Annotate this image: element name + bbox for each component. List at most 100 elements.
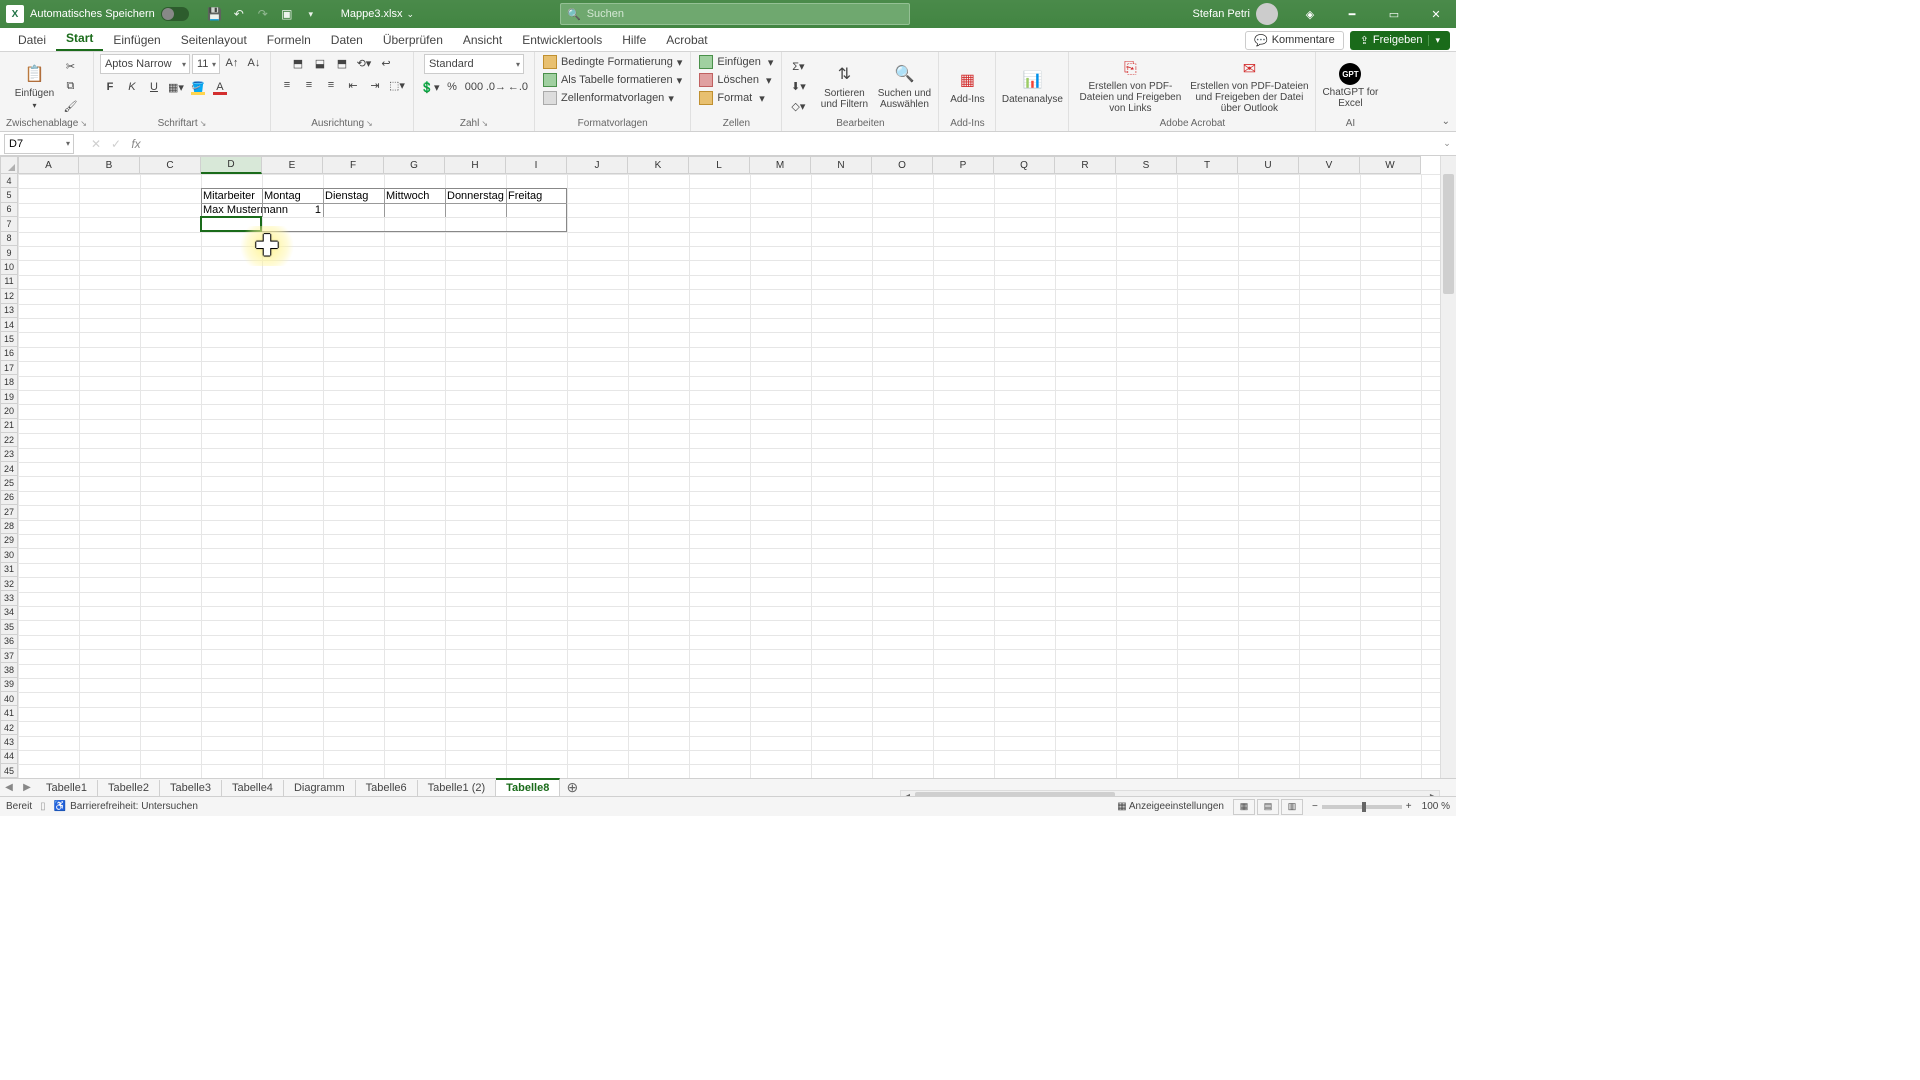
row-header[interactable]: 15	[0, 332, 18, 346]
row-header[interactable]: 23	[0, 447, 18, 461]
row-header[interactable]: 32	[0, 577, 18, 591]
decrease-decimal-icon[interactable]: ←.0	[508, 78, 528, 96]
column-header[interactable]: D	[201, 156, 262, 174]
row-header[interactable]: 42	[0, 721, 18, 735]
zoom-level[interactable]: 100 %	[1422, 801, 1450, 812]
row-header[interactable]: 28	[0, 519, 18, 533]
row-header[interactable]: 36	[0, 635, 18, 649]
row-header[interactable]: 43	[0, 735, 18, 749]
number-format-combo[interactable]: Standard	[424, 54, 524, 74]
diamond-icon[interactable]: ◈	[1290, 0, 1330, 28]
column-header[interactable]: H	[445, 156, 506, 174]
column-header[interactable]: G	[384, 156, 445, 174]
cell-value[interactable]: Donnerstag	[445, 188, 506, 202]
row-header[interactable]: 12	[0, 289, 18, 303]
row-header[interactable]: 9	[0, 246, 18, 260]
row-header[interactable]: 25	[0, 476, 18, 490]
sort-filter-button[interactable]: ⇅ Sortieren und Filtern	[816, 58, 872, 114]
column-header[interactable]: Q	[994, 156, 1055, 174]
accept-formula-icon[interactable]: ✓	[106, 134, 126, 154]
toggle-icon[interactable]	[161, 7, 189, 21]
shrink-font-icon[interactable]: A↓	[244, 54, 264, 72]
row-header[interactable]: 17	[0, 361, 18, 375]
addins-button[interactable]: ▦ Add-Ins	[945, 58, 989, 114]
font-size-combo[interactable]: 11	[192, 54, 220, 74]
undo-icon[interactable]: ↶	[229, 4, 249, 24]
data-analysis-button[interactable]: 📊 Datenanalyse	[1002, 58, 1062, 114]
normal-view-icon[interactable]: ▦	[1233, 799, 1255, 815]
sheet-nav-next-icon[interactable]: ▶	[18, 782, 36, 793]
column-header[interactable]: A	[18, 156, 79, 174]
font-name-combo[interactable]: Aptos Narrow	[100, 54, 190, 74]
align-middle-icon[interactable]: ⬓	[310, 54, 330, 72]
collapse-ribbon-icon[interactable]: ⌄	[1442, 116, 1450, 127]
row-header[interactable]: 37	[0, 649, 18, 663]
align-center-icon[interactable]: ≡	[299, 76, 319, 94]
cell-value[interactable]: Mittwoch	[384, 188, 445, 202]
ribbon-tab-daten[interactable]: Daten	[321, 29, 373, 51]
row-header[interactable]: 10	[0, 260, 18, 274]
sheet-tab[interactable]: Tabelle4	[222, 780, 284, 796]
cut-icon[interactable]: ✂	[60, 57, 80, 75]
column-header[interactable]: F	[323, 156, 384, 174]
row-header[interactable]: 19	[0, 390, 18, 404]
pdf-share-links-button[interactable]: ⎘ Erstellen von PDF-Dateien und Freigebe…	[1075, 58, 1185, 114]
save-icon[interactable]: 💾	[205, 4, 225, 24]
row-header[interactable]: 40	[0, 692, 18, 706]
row-header[interactable]: 31	[0, 563, 18, 577]
delete-cells-button[interactable]: Löschen ▾	[697, 72, 773, 88]
accessibility-icon[interactable]: ♿	[54, 801, 66, 812]
add-sheet-button[interactable]: ⊕	[560, 779, 584, 796]
orientation-icon[interactable]: ⟲▾	[354, 54, 374, 72]
comments-button[interactable]: 💬 Kommentare	[1245, 31, 1344, 50]
share-button[interactable]: ⇪ Freigeben ▾	[1350, 31, 1450, 50]
row-header[interactable]: 21	[0, 419, 18, 433]
row-header[interactable]: 6	[0, 203, 18, 217]
italic-button[interactable]: K	[122, 78, 142, 96]
ribbon-tab-überprüfen[interactable]: Überprüfen	[373, 29, 453, 51]
minimize-button[interactable]: ━	[1332, 0, 1372, 28]
cell-value[interactable]: Montag	[262, 188, 323, 202]
sheet-tab[interactable]: Tabelle3	[160, 780, 222, 796]
dialog-launcher-icon[interactable]: ↘	[366, 119, 373, 128]
row-header[interactable]: 38	[0, 663, 18, 677]
dialog-launcher-icon[interactable]: ↘	[481, 119, 488, 128]
merge-icon[interactable]: ⬚▾	[387, 76, 407, 94]
column-header[interactable]: V	[1299, 156, 1360, 174]
ribbon-tab-hilfe[interactable]: Hilfe	[612, 29, 656, 51]
dialog-launcher-icon[interactable]: ↘	[200, 119, 207, 128]
row-header[interactable]: 34	[0, 606, 18, 620]
align-bottom-icon[interactable]: ⬒	[332, 54, 352, 72]
zoom-slider[interactable]	[1322, 805, 1402, 809]
page-layout-view-icon[interactable]: ▤	[1257, 799, 1279, 815]
fill-color-icon[interactable]: 🪣	[188, 78, 208, 96]
insert-cells-button[interactable]: Einfügen ▾	[697, 54, 775, 70]
fill-icon[interactable]: ⬇▾	[788, 77, 808, 95]
accessibility-status[interactable]: Barrierefreiheit: Untersuchen	[70, 801, 198, 812]
clear-icon[interactable]: ◇▾	[788, 97, 808, 115]
row-header[interactable]: 4	[0, 174, 18, 188]
column-header[interactable]: U	[1238, 156, 1299, 174]
sheet-nav-prev-icon[interactable]: ◀	[0, 782, 18, 793]
align-top-icon[interactable]: ⬒	[288, 54, 308, 72]
align-left-icon[interactable]: ≡	[277, 76, 297, 94]
column-header[interactable]: P	[933, 156, 994, 174]
cell-value[interactable]: Dienstag	[323, 188, 384, 202]
column-header[interactable]: I	[506, 156, 567, 174]
maximize-button[interactable]: ▭	[1374, 0, 1414, 28]
row-header[interactable]: 20	[0, 404, 18, 418]
decrease-indent-icon[interactable]: ⇤	[343, 76, 363, 94]
cell-styles-button[interactable]: Zellenformatvorlagen ▾	[541, 90, 676, 106]
thousands-icon[interactable]: 000	[464, 78, 484, 96]
pdf-share-outlook-button[interactable]: ✉ Erstellen von PDF-Dateien und Freigebe…	[1189, 58, 1309, 114]
cells-area[interactable]: ✚ MitarbeiterMontagDienstagMittwochDonne…	[18, 174, 1456, 780]
file-name[interactable]: Mappe3.xlsx ⌄	[341, 8, 414, 20]
column-header[interactable]: M	[750, 156, 811, 174]
row-header[interactable]: 33	[0, 591, 18, 605]
format-as-table-button[interactable]: Als Tabelle formatieren ▾	[541, 72, 684, 88]
vertical-scrollbar[interactable]	[1440, 156, 1456, 780]
sheet-tab[interactable]: Tabelle2	[98, 780, 160, 796]
column-header[interactable]: K	[628, 156, 689, 174]
close-button[interactable]: ✕	[1416, 0, 1456, 28]
row-header[interactable]: 41	[0, 706, 18, 720]
